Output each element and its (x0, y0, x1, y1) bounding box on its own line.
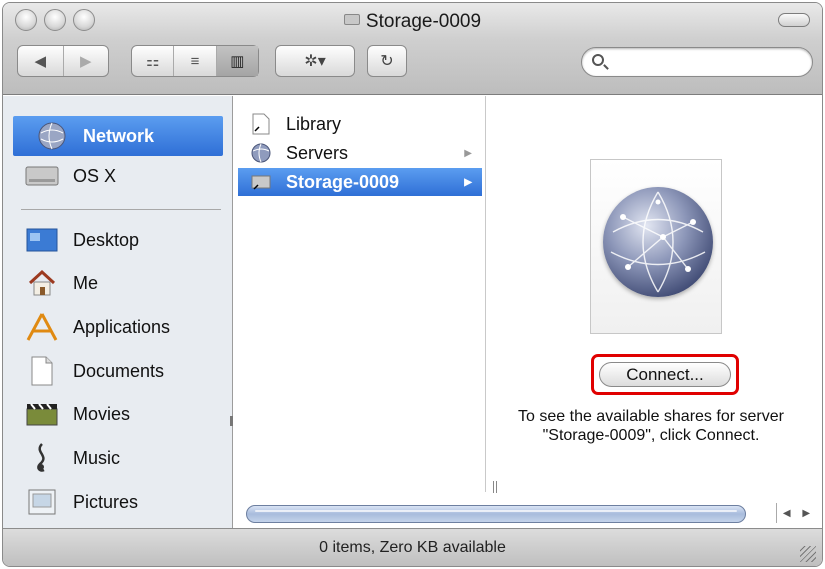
horizontal-scrollbar[interactable]: ◀ ▶ (238, 501, 818, 525)
refresh-icon: ↻ (380, 53, 394, 70)
finder-window: Storage-0009 ◀ ▶ ⚏ ≡ ▥ ✲▾ ↻ Network OS X… (2, 2, 823, 567)
alias-doc-icon (250, 113, 272, 135)
sidebar-item-movies[interactable]: Movies (3, 394, 223, 434)
column-resize-handle[interactable] (493, 481, 497, 493)
icon-view-button[interactable]: ⚏ (132, 46, 175, 76)
sidebar-resize-handle[interactable] (230, 416, 233, 426)
hard-drive-icon (25, 160, 59, 192)
connect-button[interactable]: Connect... (599, 362, 731, 387)
forward-button[interactable]: ▶ (64, 46, 109, 76)
pictures-icon (25, 486, 59, 518)
title-bar: Storage-0009 ◀ ▶ ⚏ ≡ ▥ ✲▾ ↻ (3, 3, 822, 95)
sidebar-item-documents[interactable]: Documents (3, 351, 223, 391)
back-forward-control: ◀ ▶ (17, 45, 109, 77)
scroll-arrows: ◀ ▶ (776, 503, 816, 523)
documents-icon (25, 355, 59, 387)
music-icon (25, 442, 59, 474)
desktop-icon (25, 224, 59, 256)
back-button[interactable]: ◀ (18, 46, 64, 76)
scroll-right-arrow-icon[interactable]: ▶ (797, 503, 817, 523)
network-globe-icon (35, 120, 69, 152)
column-view-button[interactable]: ▥ (216, 46, 258, 76)
home-icon (25, 267, 59, 299)
scrollbar-thumb[interactable] (246, 505, 746, 523)
sidebar-divider (21, 209, 221, 210)
sidebar-item-music[interactable]: Music (3, 438, 223, 478)
column-item-storage-0009[interactable]: Storage-0009 ▶ (238, 168, 482, 196)
search-icon (592, 54, 604, 66)
gear-icon: ✲▾ (304, 53, 326, 70)
sidebar-item-osx[interactable]: OS X (3, 156, 223, 196)
servers-icon (250, 142, 272, 164)
column-item-library[interactable]: Library (238, 110, 482, 138)
preview-pane: Connect... To see the available shares f… (487, 96, 822, 492)
action-menu-button[interactable]: ✲▾ (275, 45, 355, 77)
network-preview-box (590, 159, 722, 334)
server-proxy-icon (343, 14, 360, 25)
sidebar-item-pictures[interactable]: Pictures (3, 482, 223, 522)
window-title: Storage-0009 (3, 11, 822, 33)
applications-icon (25, 311, 59, 343)
search-field[interactable] (581, 47, 813, 77)
sidebar-item-desktop[interactable]: Desktop (3, 220, 223, 260)
sidebar-item-applications[interactable]: Applications (3, 307, 223, 347)
list-view-button[interactable]: ≡ (174, 46, 217, 76)
toolbar-toggle-button[interactable] (778, 13, 810, 27)
server-alias-icon (250, 171, 272, 193)
scroll-left-arrow-icon[interactable]: ◀ (777, 503, 797, 523)
movies-icon (25, 398, 59, 430)
resize-grip-icon[interactable] (800, 546, 816, 562)
column-item-servers[interactable]: Servers ▶ (238, 139, 482, 167)
status-bar: 0 items, Zero KB available (3, 528, 822, 566)
connect-instructions: To see the available shares for server "… (518, 408, 784, 444)
sidebar-item-network[interactable]: Network (13, 116, 223, 156)
view-mode-control: ⚏ ≡ ▥ (131, 45, 259, 77)
sidebar-item-me[interactable]: Me (3, 263, 223, 303)
refresh-button[interactable]: ↻ (367, 45, 407, 77)
sidebar: Network OS X Desktop Me Applications Doc… (3, 96, 233, 531)
disclosure-arrow-icon: ▶ (464, 147, 472, 159)
browser-column: Library Servers ▶ Storage-0009 ▶ (234, 96, 486, 492)
network-globe-icon (603, 187, 713, 297)
status-text: 0 items, Zero KB available (319, 538, 506, 556)
disclosure-arrow-icon: ▶ (464, 176, 472, 188)
